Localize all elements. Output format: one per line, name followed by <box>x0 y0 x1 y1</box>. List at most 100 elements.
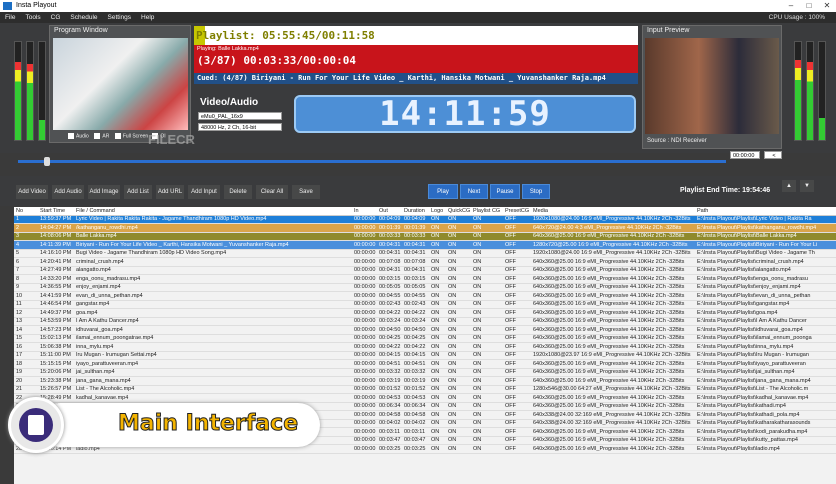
table-row[interactable]: 19 15:20:06 PM jai_sulthan.mp4 00:00:00 00:0… <box>14 368 836 377</box>
ar-checkbox[interactable] <box>94 133 101 139</box>
menu-help[interactable]: Help <box>136 12 159 23</box>
table-row[interactable]: 4 14:11:39 PM Biriyani - Run For Your Life… <box>14 240 836 250</box>
table-cell: OFF <box>503 376 531 386</box>
menu-tools[interactable]: Tools <box>20 12 45 23</box>
timecode-field[interactable]: 00:00:00 <box>730 151 760 159</box>
delete-button[interactable]: Delete <box>224 185 252 199</box>
table-cell: E:\Insta Playout\Playlist\kodi_parakudha… <box>695 427 836 437</box>
table-cell: ON <box>471 257 503 267</box>
table-cell: 00:04:31 <box>377 249 402 258</box>
column-header[interactable]: QuickCG <box>446 207 471 216</box>
menu-file[interactable]: File <box>0 12 20 23</box>
table-row[interactable]: 20 15:23:38 PM jana_gana_mana.mp4 00:00:00 0… <box>14 376 836 386</box>
table-cell: 00:04:51 <box>377 359 402 369</box>
save-button[interactable]: Save <box>292 185 320 199</box>
next-button[interactable]: Next <box>460 184 488 199</box>
column-header[interactable]: Playlist CG <box>471 207 503 216</box>
audio-format-select[interactable]: 48000 Hz, 2 Ch, 16-bit <box>198 123 282 131</box>
table-row[interactable]: 17 15:11:00 PM Iru Mugan - Irumugan Settai… <box>14 351 836 360</box>
table-row[interactable]: 8 14:33:20 PM enga_oonu_madrasu.mp4 00:00:0… <box>14 274 836 284</box>
table-cell: 00:03:25 <box>402 444 429 454</box>
video-format-select[interactable]: eMu0_PAL_16x9 <box>198 112 282 120</box>
table-cell: 15:06:38 PM <box>38 342 74 352</box>
table-row[interactable]: 6 14:20:41 PM criminal_crush.mp4 00:00:00 00… <box>14 257 836 267</box>
column-header[interactable]: Logo <box>429 207 446 216</box>
add-image-button[interactable]: Add Image <box>88 185 120 199</box>
column-header[interactable]: Duration <box>402 207 429 216</box>
fullscreen-checkbox[interactable] <box>114 133 121 139</box>
table-cell: ON <box>446 402 471 411</box>
minimize-icon[interactable]: – <box>782 0 800 12</box>
table-cell: E:\Insta Playout\Playlist\gangstar.mp4 <box>695 300 836 309</box>
seek-slider[interactable] <box>18 156 794 168</box>
column-header[interactable]: Out <box>377 207 402 216</box>
table-cell: ilamai_ennum_poongatrae.mp4 <box>74 334 352 343</box>
column-header[interactable]: PresetCG <box>503 207 531 216</box>
table-cell: OFF <box>503 232 531 241</box>
table-row[interactable]: 14 14:57:23 PM idhuvarai_goa.mp4 00:00:00 00… <box>14 325 836 335</box>
table-row[interactable]: 7 14:27:49 PM alangatto.mp4 00:00:00 00:04:3… <box>14 266 836 275</box>
table-cell: ON <box>471 317 503 326</box>
column-header[interactable]: Start Time <box>38 207 74 216</box>
table-cell: 640x360@25.00 16:9 eMI_Progressive 44.10… <box>531 444 695 454</box>
move-down-icon[interactable]: ▼ <box>800 180 814 192</box>
menu-cg[interactable]: CG <box>46 12 66 23</box>
table-cell: ON <box>446 385 471 394</box>
close-icon[interactable]: ✕ <box>818 0 836 12</box>
column-header[interactable]: In <box>352 207 377 216</box>
table-row[interactable]: 3 14:08:06 PM Balle Lakka.mp4 00:00:00 00:03… <box>14 232 836 241</box>
table-row[interactable]: 21 15:26:57 PM List - The Alcoholic.mp4 00:… <box>14 385 836 394</box>
cued-item: Cued: (4/87) Biriyani - Run For Your Lif… <box>194 73 638 84</box>
menu-schedule[interactable]: Schedule <box>65 12 102 23</box>
table-row[interactable]: 12 14:49:37 PM goa.mp4 00:00:00 00:04:22 00:0… <box>14 308 836 318</box>
input-preview-video <box>645 38 779 134</box>
table-row[interactable]: 16 15:06:38 PM inna_mylu.mp4 00:00:00 00:04:… <box>14 342 836 352</box>
table-row[interactable]: 18 15:15:15 PM iyayo_parattuveeran.mp4 00:0… <box>14 359 836 369</box>
column-header[interactable]: No <box>14 207 38 216</box>
table-cell: 1280x720@25.00 16:9 eMI_Progressive 44.1… <box>531 240 695 250</box>
table-cell: 00:04:09 <box>402 215 429 224</box>
table-row[interactable]: 11 14:46:54 PM gangstar.mp4 00:00:00 00:02:4… <box>14 300 836 309</box>
add-input-button[interactable]: Add Input <box>188 185 220 199</box>
timecode-button[interactable]: < <box>764 151 782 159</box>
table-row[interactable]: 2 14:04:27 PM/kathanganu_rowdhi.mp4 00:00:… <box>14 223 836 233</box>
move-up-icon[interactable]: ▲ <box>782 180 796 192</box>
add-list-button[interactable]: Add List <box>124 185 152 199</box>
table-row[interactable]: 9 14:36:55 PM enjoy_enjami.mp4 00:00:00 00:0… <box>14 283 836 292</box>
table-row[interactable]: 15 15:02:13 PM ilamai_ennum_poongatrae.mp4… <box>14 334 836 343</box>
column-header[interactable]: Path <box>695 207 836 216</box>
add-video-button[interactable]: Add Video <box>16 185 48 199</box>
fullscreen-label: Full Screen <box>122 133 149 140</box>
table-cell: 00:04:50 <box>402 325 429 335</box>
table-cell: 1920x1080@23.97 16:9 eMI_Progressive 44.… <box>531 351 695 360</box>
column-header[interactable]: Media <box>531 207 695 216</box>
table-cell: 640x720@24.00 4:3 eMI_Progressive 44.10K… <box>531 223 695 233</box>
table-cell: 640x338@24.00 32:169 eMI_Progressive 44.… <box>531 419 695 428</box>
table-cell: 3 <box>14 232 38 241</box>
seek-handle[interactable] <box>44 157 50 166</box>
table-cell: gangstar.mp4 <box>74 300 352 309</box>
table-cell: 640x360@25.00 16:9 eMI_Progressive 44.10… <box>531 317 695 326</box>
table-row[interactable]: 13 14:53:59 PM I Am A Kathu Dancer.mp4 00:0… <box>14 317 836 326</box>
pause-button[interactable]: Pause <box>490 184 520 199</box>
table-cell: 640x360@25.00 16:9 eMI_Progressive 44.10… <box>531 436 695 445</box>
table-cell: ON <box>429 274 446 284</box>
audio-checkbox[interactable] <box>68 133 74 139</box>
table-row[interactable]: 1 13:59:37 PM Lyric Video | Rakita Rakita … <box>14 215 836 224</box>
table-cell: 20 <box>14 376 38 386</box>
table-cell: 00:03:19 <box>402 376 429 386</box>
watermark: FILECR <box>148 132 195 147</box>
maximize-icon[interactable]: □ <box>800 0 818 12</box>
column-header[interactable]: File / Command <box>74 207 352 216</box>
menu-settings[interactable]: Settings <box>103 12 137 23</box>
play-button[interactable]: Play <box>428 184 458 199</box>
table-cell: ON <box>429 334 446 343</box>
table-row[interactable]: 10 14:41:59 PM evan_di_unna_pethan.mp4 00:0… <box>14 291 836 301</box>
table-row[interactable]: 5 14:16:10 PM Bugi Video - Jagame Thandhir… <box>14 249 836 258</box>
table-cell: 00:05:05 <box>377 283 402 292</box>
clear-all-button[interactable]: Clear All <box>256 185 288 199</box>
stop-button[interactable]: Stop <box>522 184 550 199</box>
table-cell: 15:11:00 PM <box>38 351 74 360</box>
add-url-button[interactable]: Add URL <box>156 185 184 199</box>
add-audio-button[interactable]: Add Audio <box>52 185 84 199</box>
